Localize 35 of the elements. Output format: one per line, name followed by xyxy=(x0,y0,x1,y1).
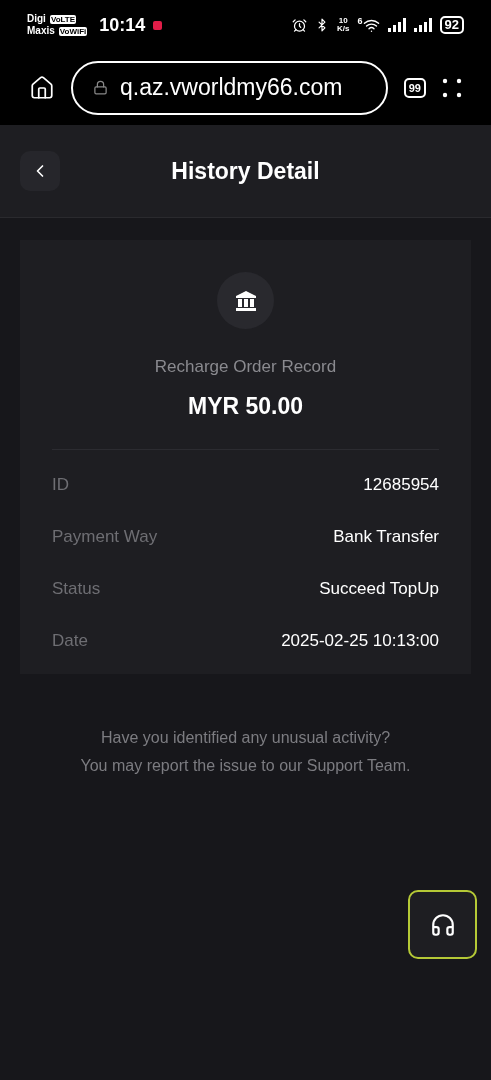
notification-icon xyxy=(153,20,163,30)
signal-icon xyxy=(387,18,406,32)
speed-unit: K/s xyxy=(337,25,350,33)
field-label: Status xyxy=(52,578,101,600)
home-icon[interactable] xyxy=(29,74,55,101)
field-value: 2025-02-25 10:13:00 xyxy=(281,630,439,652)
lock-icon xyxy=(93,80,108,95)
field-value: 12685954 xyxy=(363,474,439,496)
network-badge: VoLTE xyxy=(49,14,77,24)
clock: 10:14 xyxy=(99,13,146,37)
headset-icon xyxy=(429,911,456,938)
menu-icon[interactable] xyxy=(442,77,462,98)
field-value: Bank Transfer xyxy=(333,526,439,548)
record-type: Recharge Order Record xyxy=(154,356,337,378)
tab-count-button[interactable]: 99 xyxy=(403,77,426,98)
amount: MYR 50.00 xyxy=(187,391,304,421)
network-badge: VoWiFi xyxy=(58,26,88,36)
field-value: Succeed TopUp xyxy=(319,578,439,600)
field-label: Date xyxy=(52,630,88,652)
field-label: ID xyxy=(52,474,69,496)
alarm-icon xyxy=(292,17,308,33)
address-bar[interactable]: q.az.vworldmy66.com xyxy=(71,60,388,115)
speed-value: 10 xyxy=(338,17,348,25)
url-text: q.az.vworldmy66.com xyxy=(120,73,343,103)
signal-icon xyxy=(413,18,432,32)
carrier-name: Maxis xyxy=(27,25,55,37)
notice-text: Have you identified any unusual activity? xyxy=(100,728,391,748)
wifi-generation-label: 6 xyxy=(357,16,363,26)
bank-icon xyxy=(234,289,257,312)
carrier-name: Digi xyxy=(27,13,46,25)
notice-text: You may report the issue to our Support Team. xyxy=(80,756,411,776)
support-button[interactable] xyxy=(408,890,477,959)
field-label: Payment Way xyxy=(52,526,158,548)
battery-indicator: 92 xyxy=(439,16,464,34)
page-title: History Detail xyxy=(171,156,320,186)
